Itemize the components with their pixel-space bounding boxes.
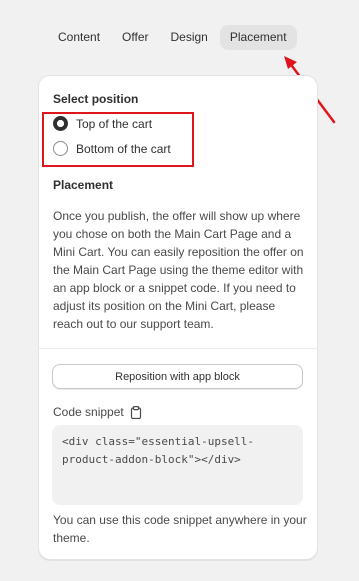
code-snippet-label: Code snippet	[53, 405, 142, 419]
radio-unchecked-icon[interactable]	[53, 141, 68, 156]
tab-design[interactable]: Design	[161, 25, 218, 50]
tab-offer[interactable]: Offer	[112, 25, 158, 50]
code-snippet-note: You can use this code snippet anywhere i…	[53, 513, 307, 545]
radio-top-of-cart[interactable]: Top of the cart	[53, 116, 152, 131]
reposition-button[interactable]: Reposition with app block	[52, 364, 303, 389]
code-snippet-label-text: Code snippet	[53, 405, 124, 419]
placement-title: Placement	[53, 178, 114, 192]
radio-checked-icon[interactable]	[53, 116, 68, 131]
tab-bar: Content Offer Design Placement	[48, 25, 297, 50]
code-snippet-box[interactable]: <div class="essential-upsell-product-add…	[52, 425, 303, 505]
radio-label: Top of the cart	[76, 116, 153, 131]
radio-label: Bottom of the cart	[76, 141, 171, 156]
select-position-title: Select position	[53, 92, 139, 106]
placement-card: Select position Top of the cart Bottom o…	[38, 75, 318, 560]
tab-placement[interactable]: Placement	[219, 25, 297, 50]
divider	[39, 348, 317, 349]
placement-description: Once you publish, the offer will show up…	[53, 209, 304, 331]
clipboard-icon[interactable]	[130, 405, 142, 419]
tab-content[interactable]: Content	[48, 25, 110, 50]
radio-bottom-of-cart[interactable]: Bottom of the cart	[53, 141, 171, 156]
